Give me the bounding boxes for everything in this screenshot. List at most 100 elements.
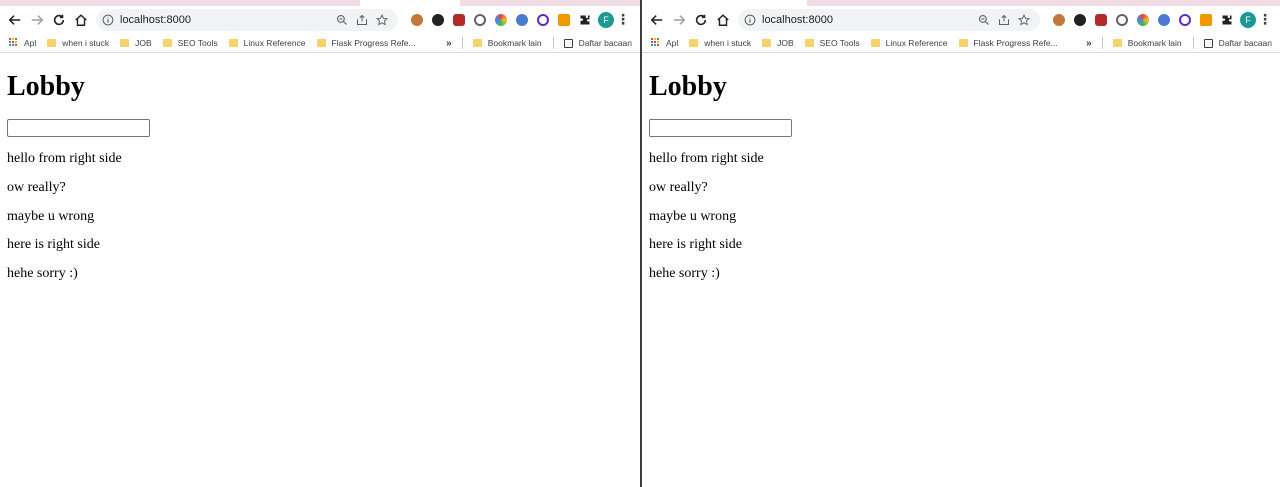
url-text[interactable]: localhost:8000 xyxy=(762,14,974,26)
bookmark-folder[interactable]: JOB xyxy=(120,38,152,48)
separator xyxy=(552,37,554,49)
puzzle-icon[interactable] xyxy=(1216,10,1237,30)
color-wheel-extension-icon[interactable] xyxy=(490,10,511,30)
bookmark-label: Flask Progress Refe... xyxy=(331,37,416,48)
bookmark-label: Linux Reference xyxy=(885,37,948,48)
separator xyxy=(461,37,463,49)
folder-icon xyxy=(228,38,238,47)
message-item: here is right side xyxy=(7,237,100,253)
bookmark-label: JOB xyxy=(777,37,794,48)
bookmark-apps[interactable]: Apl xyxy=(651,38,678,48)
bookmarks-bar: Apl when i stuck JOB SEO Tools Linux Ref… xyxy=(642,33,1280,53)
bookmark-label: SEO Tools xyxy=(819,37,860,48)
message-item: maybe u wrong xyxy=(7,208,95,224)
menu-dots-icon[interactable]: ⋮ xyxy=(614,10,632,30)
forward-button[interactable] xyxy=(26,9,48,31)
home-button[interactable] xyxy=(712,9,734,31)
address-bar[interactable]: localhost:8000 xyxy=(96,8,398,31)
message-input[interactable] xyxy=(649,119,792,137)
reading-list[interactable]: Daftar bacaan xyxy=(1203,38,1272,48)
folder-icon xyxy=(804,38,814,47)
bookmarks-overflow-button[interactable]: » xyxy=(1086,38,1092,49)
message-input[interactable] xyxy=(7,119,150,137)
profile-avatar[interactable]: F xyxy=(598,11,614,28)
address-bar[interactable]: localhost:8000 xyxy=(738,8,1040,31)
forward-button[interactable] xyxy=(668,9,690,31)
c-circle-extension-icon[interactable] xyxy=(532,10,553,30)
bookmark-folder[interactable]: Flask Progress Refe... xyxy=(316,37,416,48)
folder-icon xyxy=(120,38,130,47)
chart-extension-icon[interactable] xyxy=(553,10,574,30)
pen-extension-icon[interactable] xyxy=(511,10,532,30)
ublock-extension-icon[interactable] xyxy=(448,10,469,30)
color-wheel-extension-icon[interactable] xyxy=(1132,10,1153,30)
w-extension-icon[interactable] xyxy=(427,10,448,30)
menu-dots-icon[interactable]: ⋮ xyxy=(1256,10,1274,30)
apps-grid-icon xyxy=(651,38,660,47)
back-button[interactable] xyxy=(4,9,26,31)
message-list: hello from right side ow really? maybe u… xyxy=(7,151,633,282)
cookie-extension-icon[interactable] xyxy=(406,10,427,30)
reading-list[interactable]: Daftar bacaan xyxy=(563,38,632,48)
arrow-left-icon xyxy=(650,14,663,25)
bookmark-folder[interactable]: when i stuck xyxy=(47,38,109,48)
zoom-button[interactable] xyxy=(974,10,994,30)
magnifier-icon xyxy=(978,14,989,25)
folder-icon xyxy=(762,38,772,47)
profile-avatar[interactable]: F xyxy=(1240,11,1256,28)
message-item: here is right side xyxy=(649,237,742,253)
pen-extension-icon[interactable] xyxy=(1153,10,1174,30)
w-extension-icon[interactable] xyxy=(1069,10,1090,30)
message-item: hehe sorry :) xyxy=(649,266,720,282)
share-button[interactable] xyxy=(352,10,372,30)
browser-toolbar: localhost:8000 F ⋮ xyxy=(0,6,640,33)
folder-icon xyxy=(47,38,57,47)
page-title: Lobby xyxy=(649,71,727,102)
bookmark-star-button[interactable] xyxy=(1014,10,1034,30)
c-extension-icon[interactable] xyxy=(1111,10,1132,30)
extensions-row: F ⋮ xyxy=(1048,10,1274,30)
bookmark-label: Apl xyxy=(24,37,37,48)
bookmark-label: Apl xyxy=(666,37,679,48)
url-text[interactable]: localhost:8000 xyxy=(120,14,332,26)
bookmark-folder[interactable]: Linux Reference xyxy=(870,37,948,48)
bookmark-label: Flask Progress Refe... xyxy=(973,37,1058,48)
message-item: ow really? xyxy=(7,179,66,195)
c-extension-icon[interactable] xyxy=(469,10,490,30)
bookmark-label: Bookmark lain xyxy=(1127,38,1182,48)
bookmark-folder[interactable]: Flask Progress Refe... xyxy=(958,37,1058,48)
magnifier-icon xyxy=(336,14,347,25)
other-bookmarks[interactable]: Bookmark lain xyxy=(1112,38,1182,48)
bookmarks-overflow-button[interactable]: » xyxy=(446,38,452,49)
zoom-button[interactable] xyxy=(332,10,352,30)
folder-icon xyxy=(958,38,968,47)
other-bookmarks[interactable]: Bookmark lain xyxy=(472,38,542,48)
message-item: maybe u wrong xyxy=(649,208,737,224)
page-content: Lobby hello from right side ow really? m… xyxy=(0,72,640,282)
ublock-extension-icon[interactable] xyxy=(1090,10,1111,30)
reload-button[interactable] xyxy=(48,9,70,31)
page-title: Lobby xyxy=(7,71,85,102)
back-button[interactable] xyxy=(646,9,668,31)
bookmark-folder[interactable]: JOB xyxy=(762,38,794,48)
info-icon[interactable] xyxy=(744,14,756,26)
share-button[interactable] xyxy=(994,10,1014,30)
bookmark-star-button[interactable] xyxy=(372,10,392,30)
chart-extension-icon[interactable] xyxy=(1195,10,1216,30)
bookmark-folder[interactable]: when i stuck xyxy=(689,38,751,48)
bookmark-label: Bookmark lain xyxy=(487,38,542,48)
info-icon[interactable] xyxy=(102,14,114,26)
bookmark-folder[interactable]: SEO Tools xyxy=(162,38,218,48)
separator xyxy=(1192,37,1194,49)
cookie-extension-icon[interactable] xyxy=(1048,10,1069,30)
message-list: hello from right side ow really? maybe u… xyxy=(649,151,1273,282)
bookmark-folder[interactable]: Linux Reference xyxy=(228,38,306,48)
bookmark-folder[interactable]: SEO Tools xyxy=(804,37,860,48)
puzzle-icon[interactable] xyxy=(574,10,595,30)
home-button[interactable] xyxy=(70,9,92,31)
reload-button[interactable] xyxy=(690,9,712,31)
home-icon xyxy=(75,13,87,26)
c-circle-extension-icon[interactable] xyxy=(1174,10,1195,30)
browser-window-left: localhost:8000 F ⋮ Apl when i stuck JOB … xyxy=(0,0,640,487)
bookmark-apps[interactable]: Apl xyxy=(9,38,36,48)
